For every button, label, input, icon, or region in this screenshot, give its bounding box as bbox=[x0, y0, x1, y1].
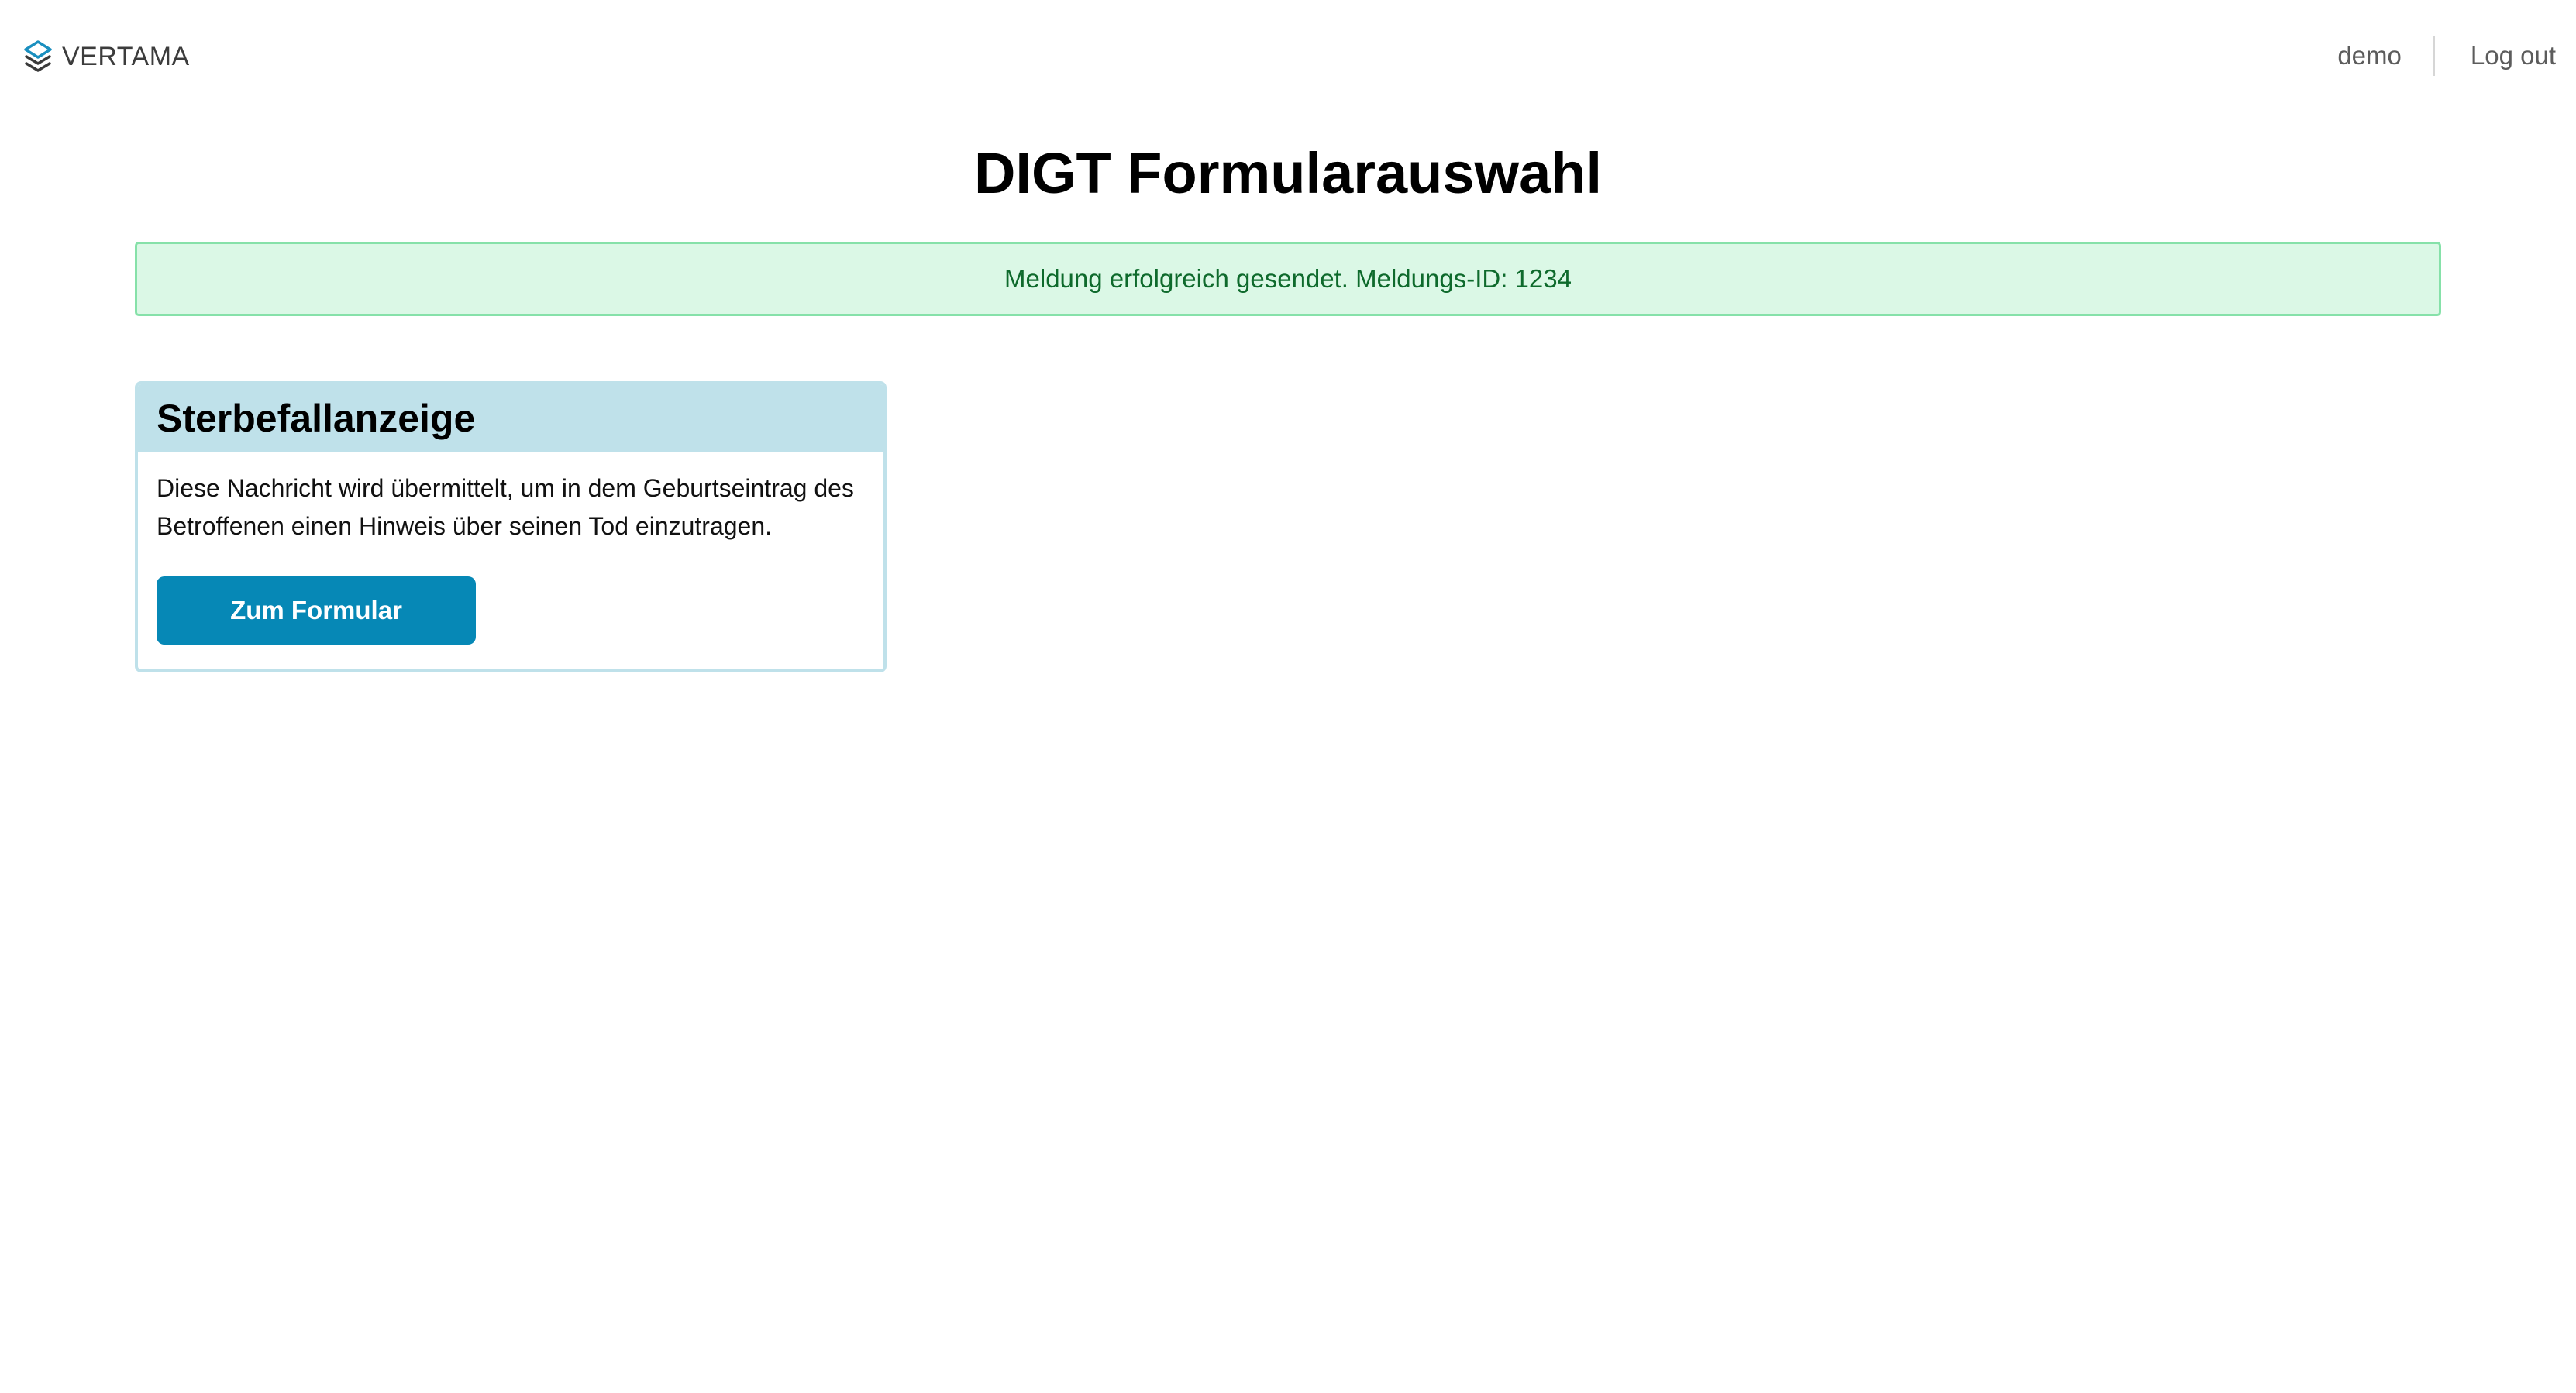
vertama-logo-icon bbox=[23, 40, 53, 74]
logout-link[interactable]: Log out bbox=[2471, 34, 2556, 77]
alert-message: Meldung erfolgreich gesendet. Meldungs-I… bbox=[1004, 264, 1572, 293]
nav-divider bbox=[2432, 36, 2435, 76]
success-alert: Meldung erfolgreich gesendet. Meldungs-I… bbox=[135, 242, 2441, 316]
open-form-button[interactable]: Zum Formular bbox=[157, 576, 476, 645]
card-header: Sterbefallanzeige bbox=[138, 384, 883, 452]
form-card-sterbefallanzeige: Sterbefallanzeige Diese Nachricht wird ü… bbox=[135, 381, 887, 672]
brand-name: VERTAMA bbox=[62, 42, 190, 71]
card-title: Sterbefallanzeige bbox=[157, 397, 476, 440]
top-navbar: VERTAMA demo Log out bbox=[0, 0, 2576, 113]
user-menu-link[interactable]: demo bbox=[2337, 34, 2402, 77]
card-body: Diese Nachricht wird übermittelt, um in … bbox=[138, 452, 883, 645]
card-description: Diese Nachricht wird übermittelt, um in … bbox=[157, 474, 854, 540]
page-title: DIGT Formularauswahl bbox=[973, 141, 1603, 205]
brand-logo[interactable]: VERTAMA bbox=[23, 39, 190, 74]
user-nav: demo Log out bbox=[2337, 34, 2556, 77]
